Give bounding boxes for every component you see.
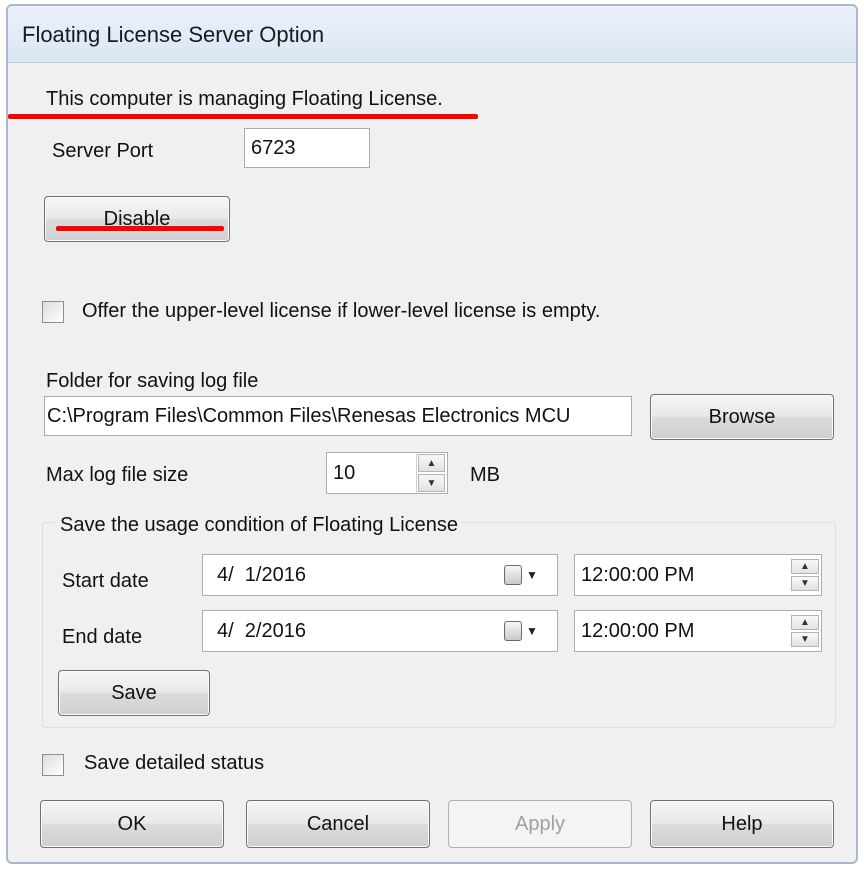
max-log-size-label: Max log file size — [46, 464, 189, 486]
offer-upper-level-label: Offer the upper-level license if lower-l… — [82, 300, 601, 322]
end-date-value: 4/ 2/2016 — [217, 619, 306, 642]
ok-button-label: OK — [117, 812, 147, 835]
end-date-label: End date — [62, 626, 143, 648]
offer-upper-level-checkbox[interactable] — [42, 301, 64, 323]
floating-license-dialog: Floating License Server Option This comp… — [6, 4, 858, 864]
help-button[interactable]: Help — [650, 800, 834, 848]
max-log-size-spinner[interactable]: ▲ ▼ — [416, 453, 446, 493]
disable-button[interactable]: Disable — [44, 196, 230, 242]
start-time-spinner[interactable]: ▲ ▼ — [790, 558, 820, 592]
chevron-down-icon[interactable]: ▼ — [526, 624, 538, 638]
arrow-up-icon[interactable]: ▲ — [791, 559, 819, 574]
save-usage-button[interactable]: Save — [58, 670, 210, 716]
arrow-down-icon[interactable]: ▼ — [791, 576, 819, 591]
help-button-label: Help — [721, 812, 763, 835]
status-message: This computer is managing Floating Licen… — [46, 88, 443, 110]
end-time-value: 12:00:00 PM — [581, 619, 695, 642]
status-underline-annotation — [8, 114, 478, 119]
server-port-label: Server Port — [52, 140, 154, 162]
arrow-down-icon[interactable]: ▼ — [791, 632, 819, 647]
start-time-input[interactable]: 12:00:00 PM — [574, 554, 822, 596]
window-title: Floating License Server Option — [22, 22, 325, 47]
calendar-icon[interactable] — [504, 565, 522, 585]
start-date-label: Start date — [62, 570, 149, 592]
max-log-size-value: 10 — [333, 461, 356, 484]
browse-button-label: Browse — [708, 405, 776, 428]
arrow-up-icon[interactable]: ▲ — [418, 454, 445, 472]
save-usage-button-label: Save — [111, 681, 157, 704]
log-folder-label: Folder for saving log file — [46, 370, 259, 392]
usage-condition-group-title: Save the usage condition of Floating Lic… — [56, 514, 463, 537]
disable-underline-annotation — [56, 226, 224, 231]
detailed-status-label: Save detailed status — [84, 752, 265, 774]
max-log-size-unit: MB — [470, 464, 500, 486]
title-bar[interactable]: Floating License Server Option — [8, 6, 856, 63]
cancel-button[interactable]: Cancel — [246, 800, 430, 848]
ok-button[interactable]: OK — [40, 800, 224, 848]
start-date-value: 4/ 1/2016 — [217, 563, 306, 586]
chevron-down-icon[interactable]: ▼ — [526, 568, 538, 582]
cancel-button-label: Cancel — [306, 812, 370, 835]
end-time-input[interactable]: 12:00:00 PM — [574, 610, 822, 652]
end-time-spinner[interactable]: ▲ ▼ — [790, 614, 820, 648]
server-port-input[interactable]: 6723 — [244, 128, 370, 168]
browse-button[interactable]: Browse — [650, 394, 834, 440]
calendar-icon[interactable] — [504, 621, 522, 641]
log-folder-input[interactable]: C:\Program Files\Common Files\Renesas El… — [44, 396, 632, 436]
detailed-status-checkbox[interactable] — [42, 754, 64, 776]
arrow-up-icon[interactable]: ▲ — [791, 615, 819, 630]
arrow-down-icon[interactable]: ▼ — [418, 474, 445, 492]
apply-button-label: Apply — [514, 812, 566, 835]
apply-button[interactable]: Apply — [448, 800, 632, 848]
start-time-value: 12:00:00 PM — [581, 563, 695, 586]
